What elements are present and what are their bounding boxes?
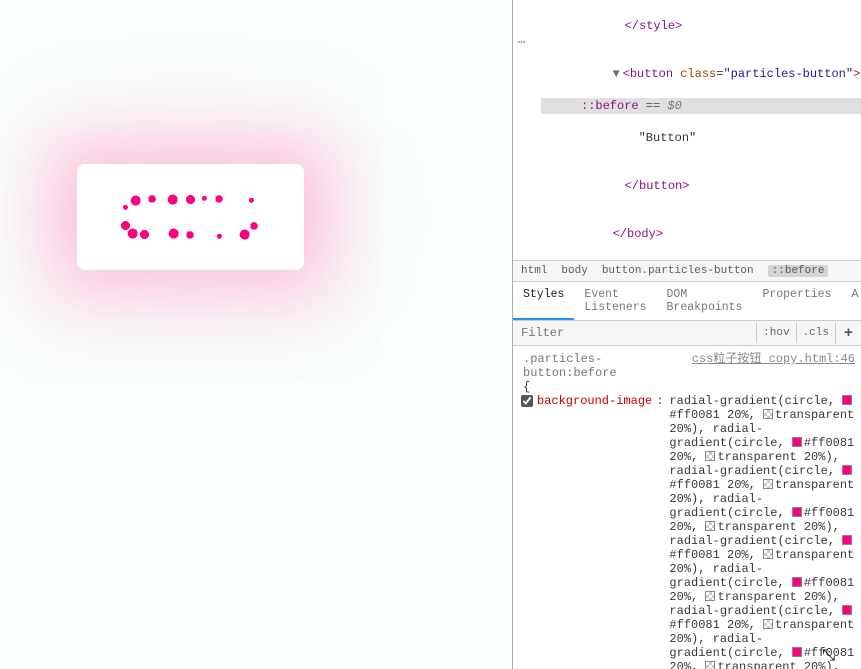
dom-node[interactable]: "Button" — [541, 114, 861, 162]
dom-close-tag: </body> — [613, 227, 663, 241]
styles-filter-input[interactable] — [513, 321, 756, 345]
dollar-zero: $0 — [667, 98, 681, 114]
color-swatch-icon[interactable] — [763, 549, 773, 559]
dom-node[interactable]: </body> — [541, 210, 861, 258]
rule-open-brace: { — [517, 380, 857, 394]
particles-button[interactable]: Button — [77, 164, 304, 270]
tab-dom-breakpoints[interactable]: DOM Breakpoints — [657, 282, 753, 320]
dom-node[interactable]: </button> — [541, 162, 861, 210]
new-style-rule-button[interactable]: + — [835, 323, 861, 344]
dom-pseudo-before: ::before — [581, 98, 639, 114]
styles-body[interactable]: .particles-button:before css粒子按钮 copy.ht… — [513, 346, 861, 669]
dom-node[interactable]: ▼<button class="particles-button"> — [541, 50, 861, 98]
rule-selector[interactable]: .particles-button:before — [523, 352, 684, 380]
tab-styles[interactable]: Styles — [513, 282, 574, 320]
dom-text-node: "Button" — [639, 131, 697, 145]
color-swatch-icon[interactable] — [842, 605, 852, 615]
dom-close-tag: </style> — [625, 19, 683, 33]
color-swatch-icon[interactable] — [705, 591, 715, 601]
tab-event-listeners[interactable]: Event Listeners — [574, 282, 656, 320]
color-swatch-icon[interactable] — [705, 661, 715, 669]
color-swatch-icon[interactable] — [792, 437, 802, 447]
color-swatch-icon[interactable] — [705, 521, 715, 531]
rule-origin-link[interactable]: css粒子按钮 copy.html:46 — [684, 352, 855, 380]
dom-node[interactable]: </style> — [541, 2, 861, 50]
dom-close-tag: </button> — [625, 179, 690, 193]
property-value[interactable]: radial-gradient(circle, #ff0081 20%, tra… — [667, 394, 857, 669]
breadcrumb-item[interactable]: body — [561, 265, 587, 277]
rule-header: .particles-button:before css粒子按钮 copy.ht… — [517, 350, 857, 380]
breadcrumb-item[interactable]: html — [521, 265, 547, 277]
dom-node-selected[interactable]: ::before == $0 — [541, 98, 861, 114]
declaration-background-image[interactable]: background-image: radial-gradient(circle… — [517, 394, 857, 669]
color-swatch-icon[interactable] — [763, 479, 773, 489]
preview-pane: Button — [0, 0, 512, 669]
property-name[interactable]: background-image — [537, 394, 652, 408]
styles-subtabs: Styles Event Listeners DOM Breakpoints P… — [513, 282, 861, 321]
color-swatch-icon[interactable] — [792, 507, 802, 517]
declaration-toggle[interactable] — [521, 395, 533, 407]
tab-overflow[interactable]: A — [841, 282, 861, 320]
hov-toggle[interactable]: :hov — [756, 323, 795, 343]
styles-toolbar: :hov .cls + — [513, 321, 861, 346]
gutter-ellipsis-icon[interactable]: … — [513, 32, 531, 48]
cls-toggle[interactable]: .cls — [796, 323, 835, 343]
equals-label: == — [639, 98, 668, 114]
color-swatch-icon[interactable] — [842, 535, 852, 545]
color-swatch-icon[interactable] — [792, 577, 802, 587]
color-swatch-icon[interactable] — [842, 395, 852, 405]
color-swatch-icon[interactable] — [842, 465, 852, 475]
color-swatch-icon[interactable] — [763, 409, 773, 419]
color-swatch-icon[interactable] — [705, 451, 715, 461]
breadcrumb-item[interactable]: button.particles-button — [602, 265, 754, 277]
color-swatch-icon[interactable] — [763, 619, 773, 629]
color-swatch-icon[interactable] — [792, 647, 802, 657]
elements-breadcrumb: html body button.particles-button ::befo… — [513, 260, 861, 282]
devtools-panel: </style> ▼<button class="particles-butto… — [512, 0, 861, 669]
elements-dom-tree[interactable]: </style> ▼<button class="particles-butto… — [513, 0, 861, 260]
breadcrumb-item-selected[interactable]: ::before — [768, 265, 829, 277]
expand-caret-icon[interactable]: ▼ — [613, 66, 623, 82]
tab-properties[interactable]: Properties — [752, 282, 841, 320]
